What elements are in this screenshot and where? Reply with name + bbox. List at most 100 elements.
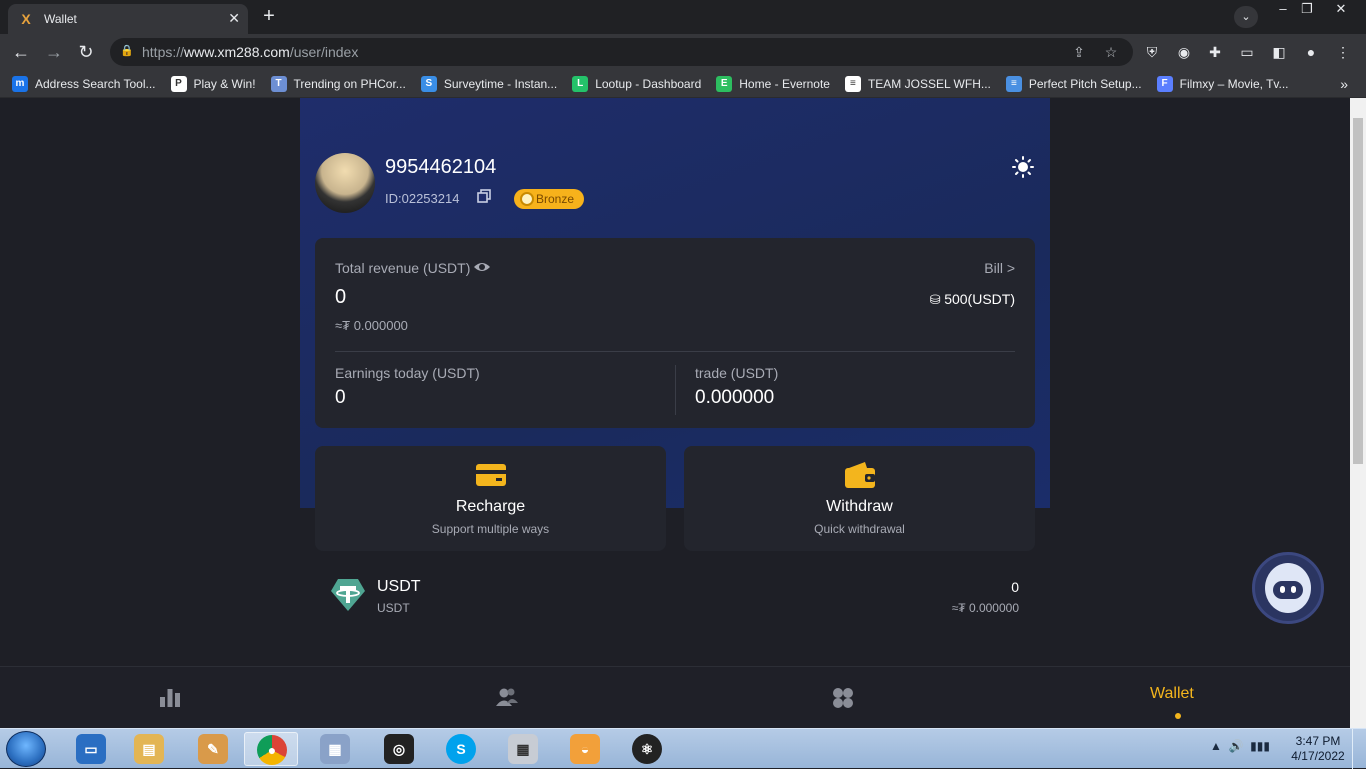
taskbar-app[interactable]: ▤ — [122, 732, 176, 766]
withdraw-title: Withdraw — [826, 498, 893, 515]
withdraw-button[interactable]: Withdraw Quick withdrawal — [684, 446, 1035, 551]
window-close-button[interactable]: ✕ — [1326, 0, 1356, 20]
taskbar-app[interactable]: ✎ — [186, 732, 240, 766]
bookmark-star-icon[interactable]: ☆ — [1102, 43, 1120, 61]
share-icon[interactable]: ⇪ — [1070, 43, 1088, 61]
earnings-today-value: 0 — [335, 387, 346, 408]
asset-fiat-value: ≈₮ 0.000000 — [951, 601, 1019, 615]
revenue-card: Total revenue (USDT) Bill > 0 ⛁ 500(USDT… — [315, 238, 1035, 428]
theme-sun-icon[interactable] — [1012, 156, 1034, 178]
bar-chart-icon — [160, 689, 180, 707]
taskbar-app[interactable]: ▦ — [496, 732, 550, 766]
back-button[interactable]: ← — [10, 41, 32, 63]
withdraw-subtitle: Quick withdrawal — [814, 522, 905, 536]
calculator-icon: ▦ — [508, 734, 538, 764]
tab-close-icon[interactable]: ✕ — [228, 10, 240, 27]
url-text: https://www.xm288.com/user/index — [142, 44, 359, 60]
bookmark-item[interactable]: P Play & Win! — [170, 75, 256, 92]
trade-label: trade (USDT) — [695, 365, 779, 381]
bookmark-item[interactable]: S Surveytime - Instan... — [420, 75, 557, 92]
ublock-extension-icon[interactable]: ⛨ — [1141, 41, 1163, 63]
customer-service-bot-button[interactable] — [1252, 552, 1324, 624]
bill-link[interactable]: Bill > — [984, 260, 1015, 276]
taskbar-app[interactable]: ◎ — [372, 732, 426, 766]
bottom-navigation: Wallet — [0, 666, 1350, 728]
electron-icon: ⚛ — [632, 734, 662, 764]
bookmark-item[interactable]: T Trending on PHCor... — [270, 75, 406, 92]
taskbar-clock[interactable]: 3:47 PM 4/17/2022 — [1288, 734, 1348, 764]
scrollbar-thumb[interactable] — [1353, 118, 1363, 464]
wallet-page: 9954462104 ID:02253214 Bronze Total reve… — [0, 98, 1350, 728]
bookmark-icon: F — [1156, 75, 1173, 92]
bookmarks-overflow-button[interactable]: » — [1340, 76, 1348, 92]
profile-avatar-icon[interactable]: ● — [1300, 41, 1322, 63]
taskbar-app[interactable]: ▭ — [64, 732, 118, 766]
bookmark-icon: P — [170, 75, 187, 92]
bot-eye-icon — [1280, 586, 1285, 593]
bookmark-item[interactable]: ≡ TEAM JOSSEL WFH... — [844, 75, 991, 92]
divider — [335, 351, 1015, 352]
nav-market[interactable] — [140, 667, 200, 728]
tab-search-button[interactable]: ⌄ — [1234, 6, 1258, 28]
username: 9954462104 — [385, 156, 497, 178]
bookmark-item[interactable]: ≡ Perfect Pitch Setup... — [1005, 75, 1142, 92]
taskbar-app[interactable]: ▦ — [308, 732, 362, 766]
restore-button[interactable]: ❐ — [1292, 0, 1322, 20]
total-revenue-label: Total revenue (USDT) — [335, 260, 471, 276]
bookmark-icon: T — [270, 75, 287, 92]
nav-team[interactable] — [476, 667, 536, 728]
tether-icon — [331, 579, 365, 611]
cast-icon[interactable]: ▭ — [1236, 41, 1258, 63]
extensions-puzzle-icon[interactable]: ✚ — [1204, 41, 1226, 63]
trade-value: 0.000000 — [695, 387, 775, 408]
copy-icon[interactable] — [477, 189, 491, 203]
reload-button[interactable]: ↻ — [75, 41, 97, 63]
bookmark-item[interactable]: m Address Search Tool... — [12, 75, 156, 92]
asset-row-usdt[interactable]: USDT USDT 0 ≈₮ 0.000000 — [315, 566, 1035, 628]
taskbar-app[interactable]: ◒ — [558, 732, 612, 766]
nav-apps[interactable] — [813, 667, 873, 728]
recharge-button[interactable]: Recharge Support multiple ways — [315, 446, 666, 551]
windows-taskbar: ▭ ▤ ✎ ● ▦ ◎ S ▦ ◒ ⚛ ▲ 🔊 ▮▮▮ 3:47 PM 4/17… — [0, 728, 1366, 769]
game-icon: ◒ — [570, 734, 600, 764]
users-icon — [496, 688, 518, 706]
page-scrollbar[interactable] — [1350, 98, 1366, 728]
divider — [675, 365, 676, 415]
bookmark-icon: S — [420, 75, 437, 92]
bookmarks-bar: m Address Search Tool... P Play & Win! T Tr… — [0, 70, 1366, 98]
earnings-today-label: Earnings today (USDT) — [335, 365, 480, 381]
system-tray[interactable]: ▲ 🔊 ▮▮▮ — [1210, 739, 1270, 753]
coins-icon: ⛁ — [929, 292, 945, 307]
browser-tab-wallet[interactable]: X Wallet ✕ — [8, 4, 248, 34]
address-bar[interactable]: 🔒 https://www.xm288.com/user/index ⇪ ☆ — [110, 38, 1133, 66]
bookmark-icon: E — [716, 75, 733, 92]
new-tab-button[interactable]: + — [258, 6, 280, 28]
taskbar-app[interactable]: ● — [244, 732, 298, 766]
notepad-icon: ▦ — [320, 734, 350, 764]
browser-toolbar: ← → ↻ 🔒 https://www.xm288.com/user/index… — [0, 34, 1366, 70]
bookmark-icon: m — [12, 75, 28, 92]
eye-visibility-icon[interactable] — [473, 260, 491, 274]
skype-icon: S — [446, 734, 476, 764]
bookmark-item[interactable]: L Lootup - Dashboard — [572, 75, 701, 92]
start-button[interactable] — [6, 731, 46, 767]
taskbar-app[interactable]: ⚛ — [620, 732, 674, 766]
cookie-extension-icon[interactable]: ◉ — [1173, 41, 1195, 63]
asset-balance: 0 — [1011, 579, 1019, 595]
side-panel-icon[interactable]: ◧ — [1268, 41, 1290, 63]
bookmark-item[interactable]: F Filmxy – Movie, Tv... — [1156, 75, 1289, 92]
asset-subname: USDT — [377, 601, 410, 615]
bot-face-icon — [1273, 581, 1303, 599]
bot-eye-icon — [1291, 586, 1296, 593]
menu-kebab-icon[interactable]: ⋮ — [1332, 41, 1354, 63]
forward-button[interactable]: → — [43, 41, 65, 63]
taskbar-app[interactable]: S — [434, 732, 488, 766]
lock-icon: 🔒 — [120, 45, 134, 57]
nav-wallet[interactable]: Wallet — [1150, 685, 1194, 703]
avatar[interactable] — [315, 153, 375, 213]
stake-value: ⛁ 500(USDT) — [929, 291, 1015, 307]
chrome-icon: ● — [257, 735, 287, 765]
bookmark-item[interactable]: E Home - Evernote — [716, 75, 830, 92]
show-desktop-button[interactable] — [1352, 729, 1366, 769]
asset-name: USDT — [377, 578, 421, 595]
